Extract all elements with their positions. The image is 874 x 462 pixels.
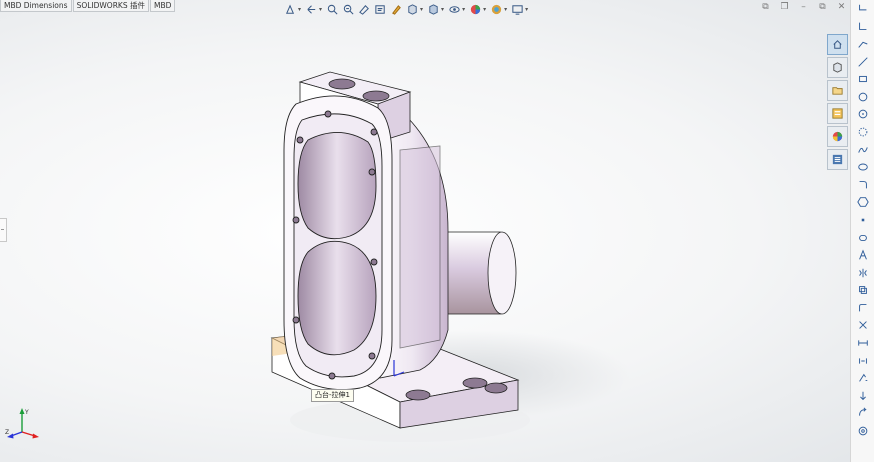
reference-triad[interactable]: Y Z: [4, 404, 40, 440]
anchor-icon: [860, 391, 866, 400]
sketch-tool-point[interactable]: [851, 211, 874, 229]
spline-icon: [858, 146, 868, 153]
sketch-tool-corner-rect[interactable]: [851, 18, 874, 36]
offset-icon: [859, 303, 867, 312]
sketch-tool-quick-snap[interactable]: [851, 369, 874, 387]
sketch-tool-text[interactable]: [851, 246, 874, 264]
sketch-tool-rectangle[interactable]: [851, 70, 874, 88]
bracket-icon: [859, 4, 867, 11]
sketch-tool-dotted-arc[interactable]: [851, 123, 874, 141]
sketch-tool-hexagon[interactable]: [851, 194, 874, 212]
sketch-tool-slot[interactable]: [851, 229, 874, 247]
quick-snap-icon: [859, 373, 868, 382]
triad-x-arrow: [32, 433, 39, 439]
sketch-tool-relation[interactable]: [851, 352, 874, 370]
sketch-toolbar: [850, 0, 874, 462]
circle-icon: [858, 92, 868, 102]
sketch-tool-rotate[interactable]: [851, 405, 874, 423]
relation-icon: [859, 358, 867, 364]
mirror-icon: [859, 268, 867, 277]
dimension-icon: [858, 340, 868, 346]
sketch-tool-circle-outline[interactable]: [851, 106, 874, 124]
sketch-tool-fillet[interactable]: [851, 176, 874, 194]
triad-y-label: Y: [24, 409, 29, 416]
front-flange[interactable]: [283, 95, 393, 391]
feature-tooltip: 凸台-拉伸1: [311, 389, 354, 402]
sketch-tool-target[interactable]: [851, 422, 874, 440]
sketch-tool-dimension[interactable]: [851, 334, 874, 352]
triad-z-label: Z: [5, 429, 9, 436]
point-icon: [861, 218, 865, 222]
sketch-tool-convert-entities[interactable]: [851, 282, 874, 300]
side-boss[interactable]: [439, 231, 517, 315]
sketch-tool-ellipse[interactable]: [851, 158, 874, 176]
rectangle-icon: [859, 76, 867, 83]
sketch-tool-bracket[interactable]: [851, 0, 874, 18]
dotted-arc-icon: [858, 127, 868, 137]
slot-icon: [859, 234, 867, 241]
sketch-tool-offset[interactable]: [851, 299, 874, 317]
triad-y-arrow: [19, 408, 25, 414]
text-icon: [859, 249, 867, 260]
polygon-line-icon: [858, 41, 868, 48]
fillet-icon: [859, 180, 867, 189]
corner-rect-icon: [859, 22, 867, 31]
hexagon-icon: [857, 197, 869, 208]
sketch-tool-line[interactable]: [851, 53, 874, 71]
sketch-tool-mirror[interactable]: [851, 264, 874, 282]
sketch-tool-circle[interactable]: [851, 88, 874, 106]
rotate-icon: [859, 407, 867, 417]
sketch-tool-trim[interactable]: [851, 317, 874, 335]
model-viewport[interactable]: [0, 0, 850, 462]
circle-outline-icon: [858, 110, 868, 119]
sketch-tool-anchor[interactable]: [851, 387, 874, 405]
ellipse-icon: [858, 163, 868, 171]
target-icon: [858, 426, 868, 436]
line-icon: [858, 56, 868, 67]
convert-entities-icon: [859, 286, 867, 295]
sketch-tool-spline[interactable]: [851, 141, 874, 159]
trim-icon: [859, 321, 867, 330]
sketch-tool-polygon-line[interactable]: [851, 35, 874, 53]
